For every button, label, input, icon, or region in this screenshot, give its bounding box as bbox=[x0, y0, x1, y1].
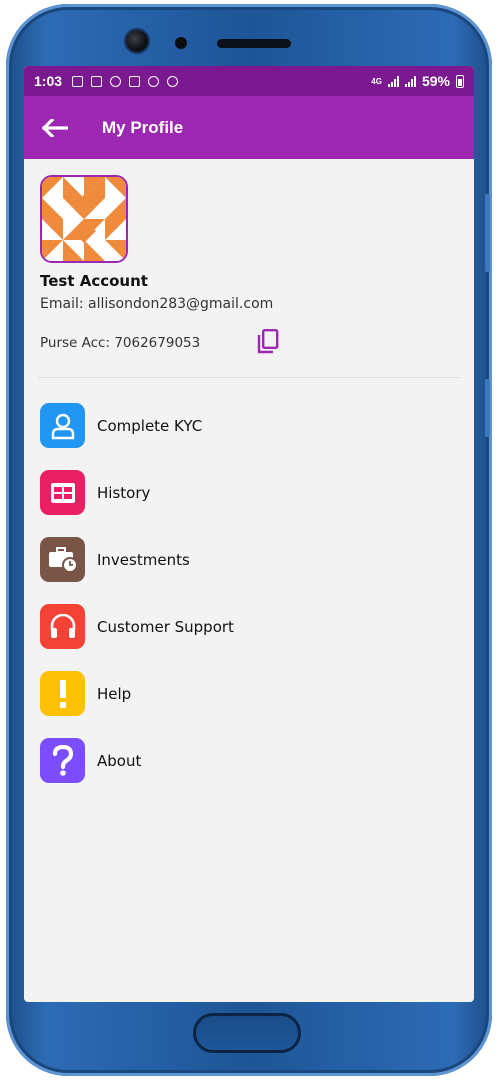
shield-icon bbox=[167, 75, 179, 87]
menu-item-complete-kyc[interactable]: Complete KYC bbox=[40, 392, 458, 459]
exclamation-icon bbox=[40, 671, 85, 716]
menu-label: History bbox=[97, 483, 151, 502]
menu-item-investments[interactable]: Investments bbox=[40, 526, 458, 593]
back-button[interactable] bbox=[40, 113, 70, 143]
status-bar: 1:03 4G 59% bbox=[24, 66, 474, 96]
dnd-icon bbox=[148, 75, 160, 87]
menu-label: Help bbox=[97, 684, 132, 703]
status-time: 1:03 bbox=[34, 73, 63, 89]
menu-label: Investments bbox=[97, 550, 190, 569]
network-type: 4G bbox=[371, 76, 382, 86]
menu-item-about[interactable]: About bbox=[40, 727, 458, 794]
menu-label: Complete KYC bbox=[97, 416, 203, 435]
headset-icon bbox=[40, 604, 85, 649]
identicon-icon bbox=[42, 177, 126, 261]
copy-icon bbox=[258, 329, 279, 354]
purse-row: Purse Acc: 7062679053 bbox=[40, 329, 458, 357]
copy-button[interactable] bbox=[256, 329, 282, 357]
menu-item-customer-support[interactable]: Customer Support bbox=[40, 593, 458, 660]
gallery-icon bbox=[91, 75, 103, 87]
power-button bbox=[485, 379, 490, 437]
link-icon bbox=[110, 75, 122, 87]
menu-item-help[interactable]: Help bbox=[40, 660, 458, 727]
proximity-sensor bbox=[175, 37, 187, 49]
notification-icons bbox=[72, 75, 179, 87]
avatar bbox=[40, 175, 128, 263]
briefcase-clock-icon bbox=[40, 537, 85, 582]
app-bar: My Profile bbox=[24, 96, 474, 159]
purse-account: Purse Acc: 7062679053 bbox=[40, 335, 201, 351]
profile-menu: Complete KYC History Investments Custome… bbox=[24, 378, 474, 794]
profile-name: Test Account bbox=[40, 272, 148, 290]
status-right: 4G 59% bbox=[371, 73, 464, 89]
volume-button bbox=[485, 194, 490, 272]
data-saver-icon bbox=[72, 75, 84, 87]
front-camera bbox=[126, 30, 148, 52]
app-screen: 1:03 4G 59% My Profile Test Account Emai… bbox=[24, 66, 474, 1002]
menu-label: Customer Support bbox=[97, 617, 234, 636]
home-button[interactable] bbox=[193, 1013, 301, 1053]
signal-icon bbox=[387, 75, 399, 87]
signal-2-icon bbox=[404, 75, 416, 87]
profile-section: Test Account Email: allisondon283@gmail.… bbox=[24, 159, 474, 357]
battery-icon bbox=[456, 74, 464, 88]
menu-label: About bbox=[97, 751, 142, 770]
arrow-left-icon bbox=[42, 118, 68, 137]
wifi-icon bbox=[129, 75, 141, 87]
profile-email: Email: allisondon283@gmail.com bbox=[40, 296, 274, 312]
table-icon bbox=[40, 470, 85, 515]
question-icon bbox=[40, 738, 85, 783]
person-icon bbox=[40, 403, 85, 448]
battery-percent: 59% bbox=[421, 73, 450, 89]
earpiece-speaker bbox=[217, 39, 291, 48]
menu-item-history[interactable]: History bbox=[40, 459, 458, 526]
page-title: My Profile bbox=[102, 117, 184, 137]
